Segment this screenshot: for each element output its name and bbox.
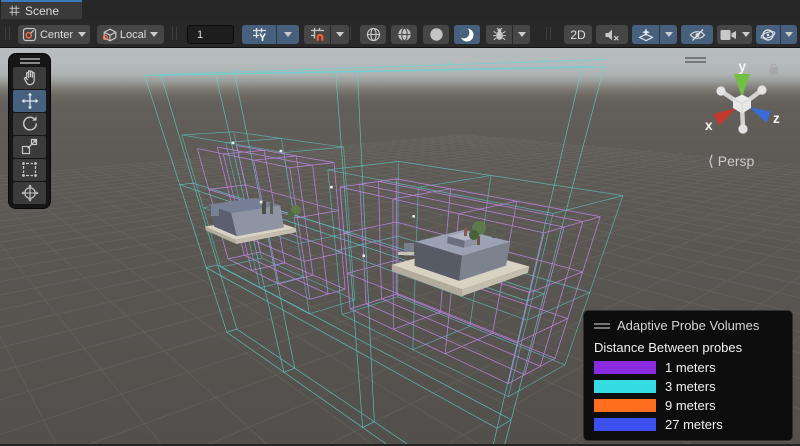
- svg-text:Y: Y: [258, 32, 266, 42]
- svg-text:x: x: [705, 118, 713, 133]
- svg-text:z: z: [773, 111, 780, 126]
- svg-text:y: y: [739, 59, 747, 74]
